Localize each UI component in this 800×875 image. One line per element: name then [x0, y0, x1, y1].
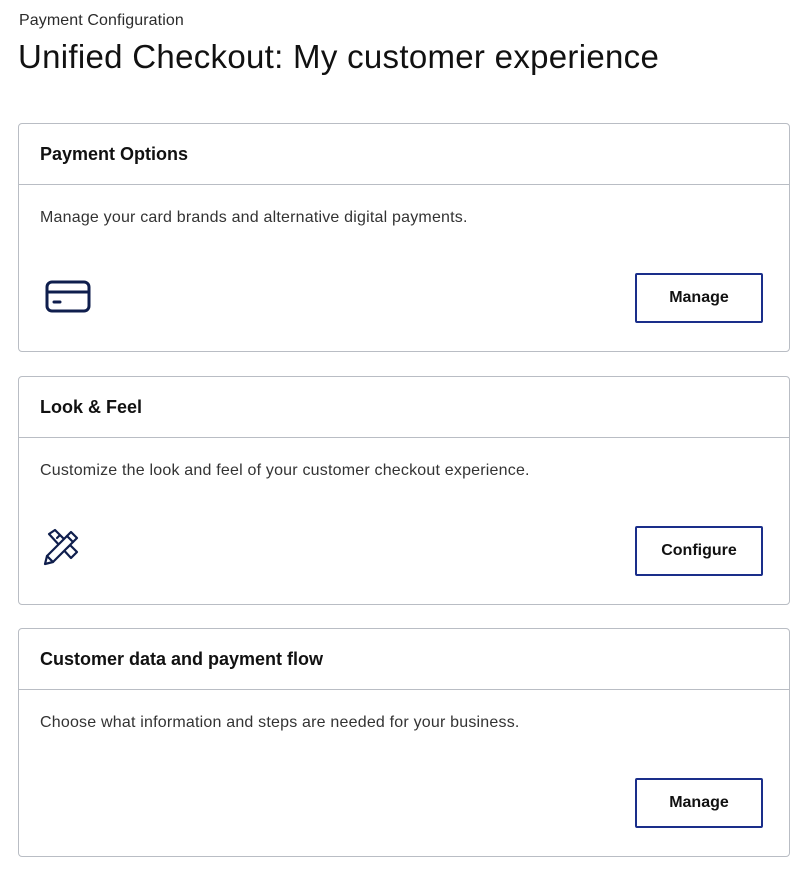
manage-payment-options-button[interactable]: Manage — [635, 273, 763, 323]
payment-options-card: Payment Options Manage your card brands … — [18, 123, 790, 352]
credit-card-icon — [43, 279, 93, 315]
card-body: Choose what information and steps are ne… — [19, 690, 789, 856]
customer-data-card: Customer data and payment flow Choose wh… — [18, 628, 790, 857]
card-body: Manage your card brands and alternative … — [19, 185, 789, 351]
pencil-ruler-icon — [41, 528, 81, 568]
page-title: Unified Checkout: My customer experience — [18, 38, 660, 75]
breadcrumb: Payment Configuration — [19, 12, 184, 29]
manage-customer-data-button[interactable]: Manage — [635, 778, 763, 828]
configure-look-and-feel-button[interactable]: Configure — [635, 526, 763, 576]
card-description: Customize the look and feel of your cust… — [40, 462, 530, 479]
card-body: Customize the look and feel of your cust… — [19, 438, 789, 604]
look-and-feel-card: Look & Feel Customize the look and feel … — [18, 376, 790, 605]
card-heading: Look & Feel — [19, 377, 789, 438]
card-description: Manage your card brands and alternative … — [40, 209, 468, 226]
card-description: Choose what information and steps are ne… — [40, 714, 520, 731]
card-heading: Customer data and payment flow — [19, 629, 789, 690]
card-heading: Payment Options — [19, 124, 789, 185]
